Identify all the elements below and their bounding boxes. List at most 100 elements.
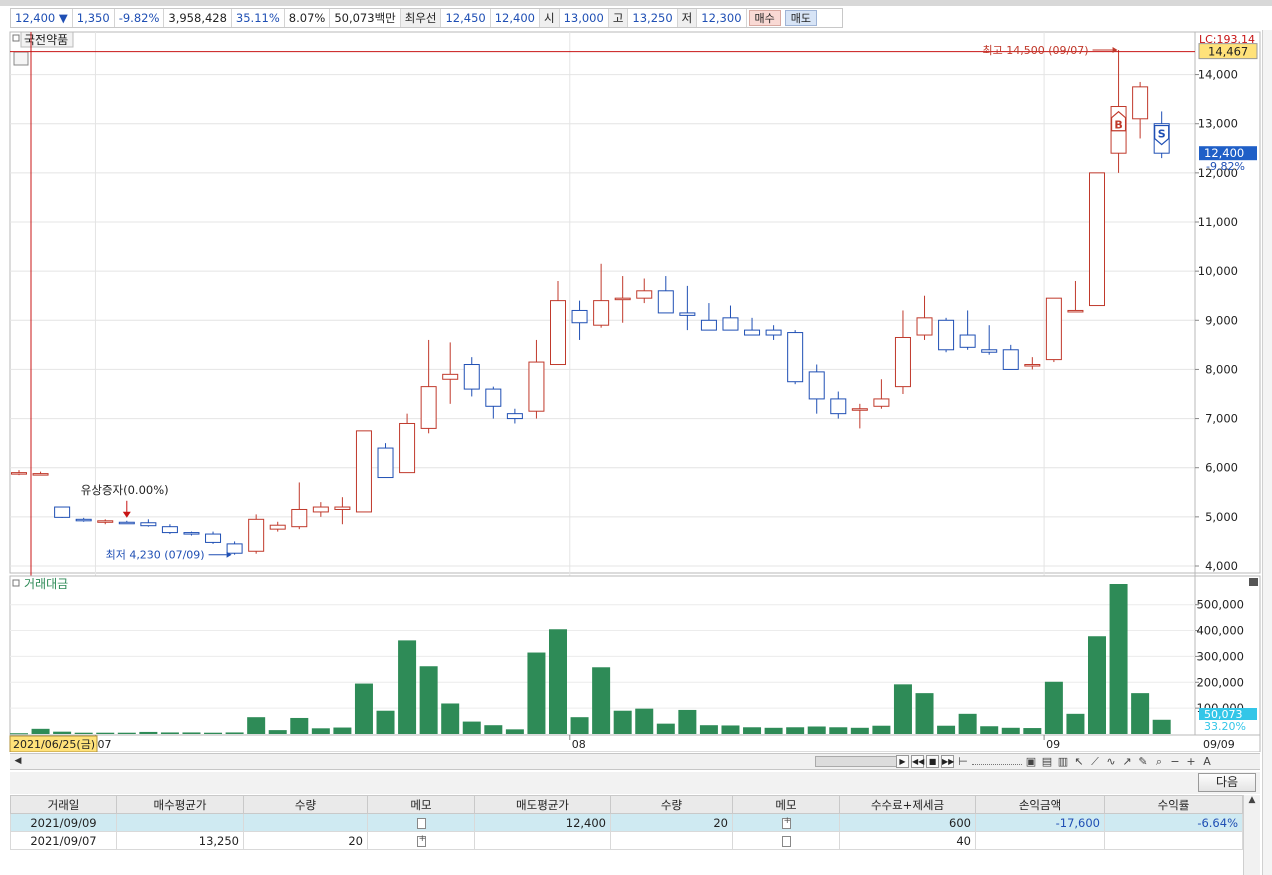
volume-bar	[160, 732, 179, 734]
sell-button[interactable]: 매도	[784, 10, 818, 26]
candle-body	[1089, 172, 1105, 307]
fast-forward-icon[interactable]: ▶▶	[941, 755, 954, 768]
layout-icon[interactable]: ▣	[1024, 755, 1038, 768]
table-scrollbar[interactable]: ▲	[1243, 795, 1260, 875]
col-fee-tax[interactable]: 수수료+제세금	[839, 795, 976, 814]
volume-bar	[721, 725, 740, 734]
candle-body	[269, 524, 286, 530]
rewind-icon[interactable]: ◀◀	[911, 755, 924, 768]
volume-value: 3,958,428	[164, 9, 232, 27]
volume-panel[interactable]	[9, 575, 1261, 736]
play-icon[interactable]: ▶	[896, 755, 909, 768]
pen-tool-icon[interactable]: ✎	[1136, 755, 1150, 768]
window-top-strip	[0, 0, 1272, 6]
price-tick-label: 9,000	[1205, 313, 1238, 327]
high-label: 고	[608, 9, 629, 27]
volume-bar	[915, 693, 934, 734]
calendar-icon[interactable]	[13, 51, 29, 66]
candle-body	[248, 518, 265, 552]
candle-body	[765, 329, 782, 336]
candle-body	[442, 373, 459, 380]
volume-bar	[1152, 719, 1171, 734]
col-trade-date[interactable]: 거래일	[10, 795, 117, 814]
month-label: 09	[1046, 738, 1060, 751]
range-slider-icon[interactable]: ⊢	[956, 755, 970, 768]
volume-bar	[678, 709, 697, 734]
volume-bar	[592, 667, 611, 734]
split-icon[interactable]: ▤	[1040, 755, 1054, 768]
col-buy-avg[interactable]: 매수평균가	[116, 795, 244, 814]
col-return-rate[interactable]: 수익률	[1104, 795, 1243, 814]
memo-icon[interactable]	[781, 835, 791, 847]
best-bid: 12,400	[491, 9, 540, 27]
volume-bar	[311, 728, 330, 734]
candle-body	[205, 533, 222, 543]
volume-bar	[958, 713, 977, 734]
candle-body	[657, 290, 674, 314]
zoom-out-icon[interactable]: −	[1168, 755, 1182, 768]
volume-bar	[268, 730, 287, 734]
volume-bar	[527, 652, 546, 734]
scroll-thumb[interactable]	[815, 756, 897, 767]
text-tool-icon[interactable]: A	[1200, 755, 1214, 768]
memo-add-icon[interactable]	[416, 834, 426, 847]
volume-bar	[829, 727, 848, 734]
volume-bar	[225, 732, 244, 734]
stop-icon[interactable]: ■	[926, 755, 939, 768]
next-button[interactable]: 다음	[1198, 773, 1256, 792]
buy-button[interactable]: 매수	[748, 10, 781, 26]
candle-body	[32, 473, 49, 476]
event-note: 유상증자(0.00%)	[81, 483, 169, 497]
volume-tick-label: 200,000	[1196, 675, 1244, 689]
memo-icon[interactable]	[416, 817, 426, 829]
stock-chart[interactable]: 4,000 5,000 6,000 7,000 8,000 9,000 10,000 11,0…	[0, 30, 1262, 752]
arrow-tool-icon[interactable]: ↗	[1120, 755, 1134, 768]
candle-body	[528, 361, 545, 412]
candle-body	[506, 413, 523, 420]
current-price: 12,400 ▼	[11, 9, 73, 27]
candle-body	[938, 319, 955, 351]
scroll-left-icon[interactable]: ◀	[12, 755, 24, 768]
candle-body	[981, 349, 998, 353]
range-slider-track[interactable]	[972, 759, 1022, 765]
volume-bar	[549, 629, 567, 734]
quote-bar: 12,400 ▼ 1,350 -9.82% 3,958,428 35.11% 8…	[10, 8, 843, 28]
candle-body	[1067, 309, 1084, 313]
candle-body	[485, 388, 502, 407]
price-tick-label: 13,000	[1198, 117, 1238, 131]
next-row: 다음	[10, 772, 1260, 794]
volume-bar	[354, 683, 373, 734]
panel-icon[interactable]: ▥	[1056, 755, 1070, 768]
col-buy-qty[interactable]: 수량	[243, 795, 368, 814]
table-row[interactable]: 2021/09/09 12,400 20 600 -17,600 -6.64%	[10, 813, 1243, 832]
x-axis	[9, 734, 1261, 752]
volume-bar	[570, 717, 589, 734]
volume-bar	[53, 731, 72, 734]
chart-scrollbar[interactable]: ◀ ▶ ◀◀ ■ ▶▶ ⊢ ▣ ▤ ▥ ↖ ⟋ ∿ ↗ ✎ ⌕ − + A	[10, 753, 1260, 770]
zoom-in-icon[interactable]: +	[1184, 755, 1198, 768]
col-sell-qty[interactable]: 수량	[610, 795, 733, 814]
col-buy-memo[interactable]: 메모	[367, 795, 475, 814]
table-row[interactable]: 2021/09/07 13,250 20 40	[10, 831, 1243, 850]
candle-body	[11, 472, 27, 475]
price-tick-label: 11,000	[1198, 215, 1238, 229]
volume-bar	[117, 732, 136, 734]
volume-bar	[1088, 636, 1106, 734]
magnifier-icon[interactable]: ⌕	[1152, 755, 1166, 769]
volume-bar	[850, 727, 869, 734]
col-pnl[interactable]: 손익금액	[975, 795, 1105, 814]
trend-line-icon[interactable]: ⟋	[1088, 755, 1102, 769]
panel-close-icon[interactable]	[1249, 578, 1258, 586]
wave-icon[interactable]: ∿	[1104, 755, 1118, 768]
price-panel[interactable]	[9, 31, 1261, 574]
cursor-icon[interactable]: ↖	[1072, 755, 1086, 768]
col-sell-memo[interactable]: 메모	[732, 795, 840, 814]
volume-bar	[937, 725, 956, 734]
open-price: 13,000	[560, 9, 609, 27]
memo-add-icon[interactable]	[781, 816, 791, 829]
candle-body	[463, 364, 480, 390]
col-sell-avg[interactable]: 매도평균가	[474, 795, 611, 814]
volume-bar	[96, 732, 115, 734]
rate-value-2: 35.11%	[232, 9, 285, 27]
candle-body	[830, 398, 847, 415]
